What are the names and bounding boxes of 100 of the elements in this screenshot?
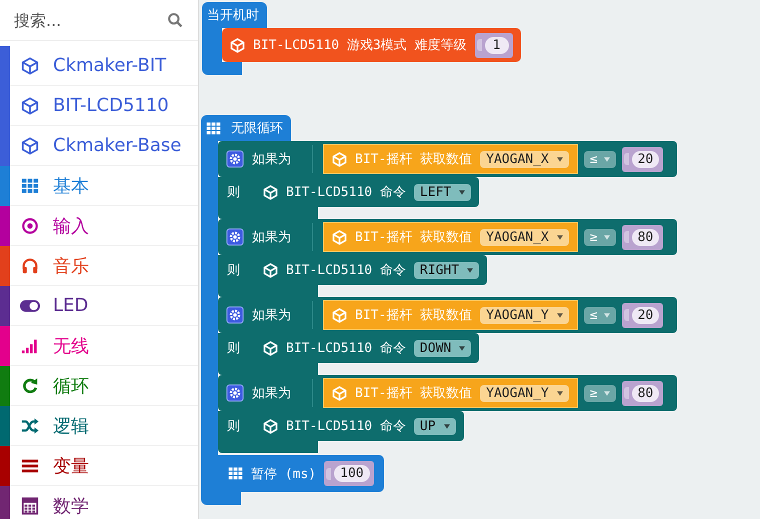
calculator-icon	[20, 496, 40, 514]
category-label: Ckmaker-BIT	[53, 55, 166, 76]
category-label: 无线	[53, 334, 89, 358]
number-field[interactable]: 80	[632, 228, 660, 246]
block-label: 如果为	[252, 229, 291, 246]
dropdown[interactable]: RIGHT	[414, 262, 480, 278]
block-label: BIT-LCD5110 命令	[286, 262, 406, 279]
dropdown[interactable]: YAOGAN_Y	[480, 306, 569, 324]
cube-icon	[332, 152, 347, 166]
cube-icon	[230, 38, 245, 52]
block-label: BIT-摇杆 获取数值	[355, 385, 472, 402]
grid-icon	[206, 120, 221, 136]
dropdown[interactable]: UP	[414, 418, 456, 434]
block-label: BIT-LCD5110 命令	[286, 418, 406, 435]
refresh-icon	[20, 376, 40, 394]
category-item[interactable]: 基本	[0, 166, 198, 206]
cube-icon	[263, 340, 278, 356]
number-field[interactable]: 20	[632, 150, 660, 168]
category-item[interactable]: LED	[0, 286, 198, 326]
event-block[interactable]: 当开机时	[202, 2, 267, 28]
category-item[interactable]: Ckmaker-Base	[0, 126, 198, 166]
gear-icon	[226, 228, 244, 246]
block-label: BIT-LCD5110 命令	[286, 340, 406, 357]
cube-icon	[20, 56, 40, 74]
statement-block[interactable]: BIT-LCD5110 命令 DOWN	[255, 333, 480, 363]
cube-icon	[20, 96, 40, 114]
number-field[interactable]: 100	[334, 465, 370, 482]
category-item[interactable]: 变量	[0, 446, 198, 486]
category-label: BIT-LCD5110	[53, 95, 169, 116]
category-label: 音乐	[53, 254, 89, 278]
dropdown[interactable]: LEFT	[414, 184, 472, 200]
loop-block[interactable]: 无限循环	[201, 115, 291, 141]
grid-icon	[20, 176, 40, 194]
caret-icon	[556, 234, 563, 240]
category-item[interactable]: 数学	[0, 486, 198, 519]
if-block[interactable]: 如果为 BIT-摇杆 获取数值 YAOGAN_Y ≤ 20	[218, 297, 678, 333]
category-label: 输入	[53, 214, 89, 238]
reporter-block[interactable]: BIT-摇杆 获取数值 YAOGAN_X	[323, 144, 578, 174]
category-item[interactable]: BIT-LCD5110	[0, 86, 198, 126]
statement-block[interactable]: BIT-LCD5110 命令 RIGHT	[255, 255, 488, 285]
block-label: 无限循环	[231, 120, 283, 137]
caret-icon	[604, 234, 610, 240]
category-label: 循环	[53, 374, 89, 398]
caret-icon	[604, 390, 610, 396]
caret-icon	[556, 312, 563, 318]
cube-icon	[332, 386, 347, 400]
if-block[interactable]: 如果为 BIT-摇杆 获取数值 YAOGAN_X ≤ 20	[218, 141, 678, 177]
category-label: 逻辑	[53, 414, 89, 438]
category-label: 数学	[53, 494, 89, 518]
statement-block[interactable]: BIT-LCD5110 命令 LEFT	[255, 177, 480, 207]
category-item[interactable]: 逻辑	[0, 406, 198, 446]
reporter-block[interactable]: BIT-摇杆 获取数值 YAOGAN_X	[323, 222, 578, 252]
search-field[interactable]: 搜索...	[12, 10, 167, 30]
category-item[interactable]: Ckmaker-BIT	[0, 46, 198, 86]
block-foot	[201, 492, 241, 505]
caret-icon	[459, 346, 466, 350]
caret-icon	[556, 156, 563, 162]
block-label: 当开机时	[207, 7, 259, 24]
search-icon	[167, 12, 184, 28]
signal-icon	[20, 336, 40, 354]
if-block[interactable]: 如果为 BIT-摇杆 获取数值 YAOGAN_X ≥ 80	[218, 219, 678, 255]
block-label: 则	[227, 262, 240, 279]
category-item[interactable]: 无线	[0, 326, 198, 366]
block-foot	[202, 62, 242, 75]
block-label: 暂停 (ms)	[251, 466, 316, 482]
dropdown[interactable]: YAOGAN_X	[480, 150, 569, 168]
cube-icon	[20, 136, 40, 154]
category-label: LED	[53, 295, 88, 316]
cube-icon	[263, 184, 278, 200]
category-item[interactable]: 音乐	[0, 246, 198, 286]
list-icon	[20, 456, 40, 474]
dropdown[interactable]: YAOGAN_X	[480, 228, 569, 246]
category-label: Ckmaker-Base	[53, 135, 182, 156]
statement-block[interactable]: BIT-LCD5110 命令 UP	[255, 411, 464, 441]
block-label: BIT-LCD5110 游戏3模式 难度等级	[253, 37, 467, 54]
category-label: 基本	[53, 174, 89, 198]
block-label: BIT-LCD5110 命令	[286, 184, 406, 201]
if-block[interactable]: 如果为 BIT-摇杆 获取数值 YAOGAN_Y ≥ 80	[218, 375, 678, 411]
cube-icon	[332, 230, 347, 244]
dropdown[interactable]: YAOGAN_Y	[480, 384, 569, 402]
number-field[interactable]: 1	[484, 36, 509, 54]
grid-icon	[228, 466, 243, 481]
gear-icon	[226, 384, 244, 402]
caret-icon	[459, 190, 466, 194]
gear-icon	[226, 150, 244, 168]
category-item[interactable]: 输入	[0, 206, 198, 246]
reporter-block[interactable]: BIT-摇杆 获取数值 YAOGAN_Y	[323, 300, 578, 330]
number-field[interactable]: 80	[632, 384, 660, 402]
block-label: BIT-摇杆 获取数值	[355, 229, 472, 246]
number-field[interactable]: 20	[632, 306, 660, 324]
caret-icon	[604, 156, 610, 162]
reporter-block[interactable]: BIT-摇杆 获取数值 YAOGAN_Y	[323, 378, 578, 408]
category-item[interactable]: 循环	[0, 366, 198, 406]
block-label: BIT-摇杆 获取数值	[355, 307, 472, 324]
block-label: 如果为	[252, 385, 291, 402]
dropdown[interactable]: DOWN	[414, 340, 472, 356]
statement-block[interactable]: BIT-LCD5110 游戏3模式 难度等级 1	[222, 28, 521, 62]
pause-block[interactable]: 暂停 (ms) 100	[218, 455, 384, 492]
block-label: 则	[227, 184, 240, 201]
cube-icon	[332, 308, 347, 322]
